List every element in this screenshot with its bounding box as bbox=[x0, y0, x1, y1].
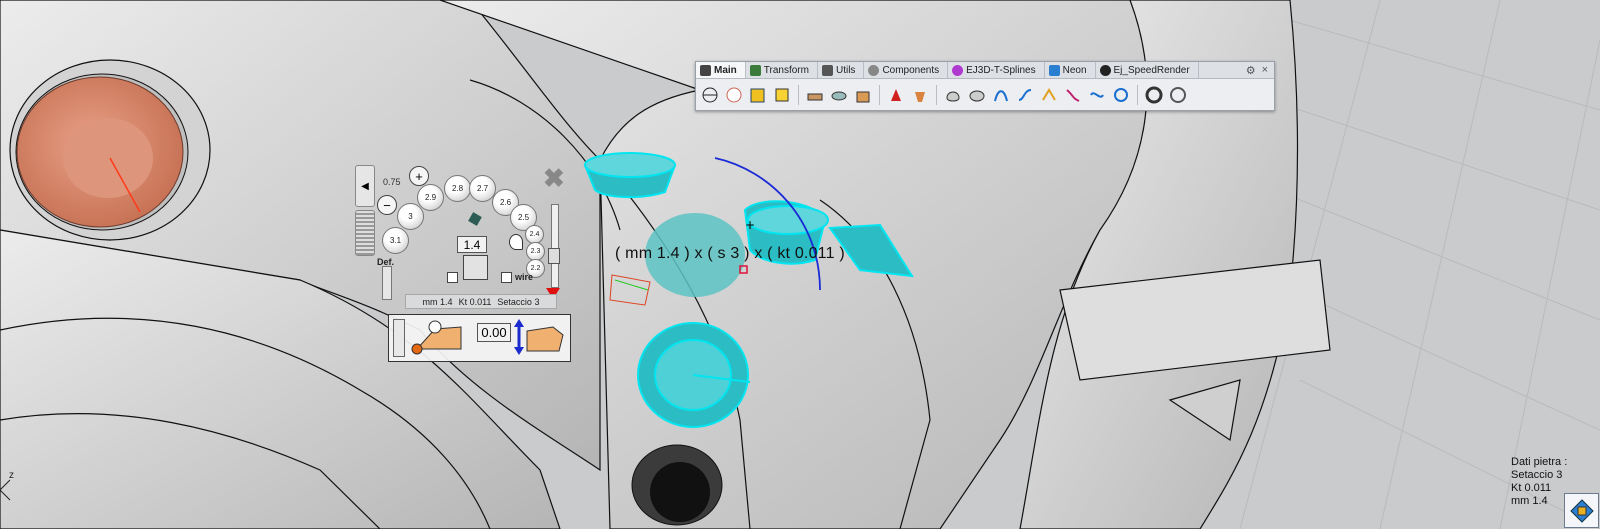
box-icon[interactable] bbox=[748, 85, 768, 105]
size-value[interactable]: 1.4 bbox=[457, 236, 487, 253]
twist-icon[interactable] bbox=[1063, 85, 1083, 105]
tab-transform[interactable]: Transform bbox=[746, 62, 818, 78]
svg-text:+: + bbox=[745, 218, 755, 232]
tab-speedrender[interactable]: Ej_SpeedRender bbox=[1096, 62, 1199, 78]
shank-icon[interactable] bbox=[829, 85, 849, 105]
spiral-icon[interactable] bbox=[1111, 85, 1131, 105]
setting-offset-panel: 0.00 bbox=[388, 314, 571, 362]
offset-slider[interactable] bbox=[393, 319, 405, 357]
ring-icon[interactable] bbox=[1144, 85, 1164, 105]
prong-icon[interactable] bbox=[886, 85, 906, 105]
pipe-icon[interactable] bbox=[1015, 85, 1035, 105]
blob-icon[interactable] bbox=[943, 85, 963, 105]
size-option-2-8[interactable]: 2.8 bbox=[444, 175, 471, 202]
ring-band-icon[interactable] bbox=[1168, 85, 1188, 105]
navigation-icon bbox=[1569, 498, 1594, 523]
dimension-label: ( mm 1.4 ) x ( s 3 ) x ( kt 0.011 ) bbox=[615, 245, 845, 262]
small-checkbox[interactable] bbox=[447, 272, 458, 283]
decrease-size-icon[interactable]: − bbox=[377, 195, 397, 215]
tab-neon[interactable]: Neon bbox=[1045, 62, 1096, 78]
pear-shape-icon[interactable] bbox=[509, 234, 523, 250]
def-slider[interactable] bbox=[382, 266, 392, 300]
wire-checkbox[interactable] bbox=[501, 272, 512, 283]
stone-icon[interactable] bbox=[967, 85, 987, 105]
tab-utils[interactable]: Utils bbox=[818, 62, 865, 78]
offset-value[interactable]: 0.00 bbox=[477, 323, 511, 342]
cube-icon[interactable] bbox=[772, 85, 792, 105]
height-adjust-icon[interactable] bbox=[513, 317, 567, 357]
stone-info-strip: mm 1.4 Kt 0.011 Setaccio 3 bbox=[405, 294, 557, 309]
stone-data-readout: Dati pietra : Setaccio 3 Kt 0.011 mm 1.4 bbox=[1511, 456, 1568, 507]
profile-icon[interactable] bbox=[724, 85, 744, 105]
toolbar-tabs: Main Transform Utils Components EJ3D-T-S… bbox=[696, 62, 1274, 79]
scroll-grip[interactable] bbox=[355, 210, 375, 256]
size-option-3-1[interactable]: 3.1 bbox=[382, 227, 409, 254]
size-slider-thumb[interactable] bbox=[548, 248, 560, 264]
navigation-button[interactable] bbox=[1564, 493, 1599, 528]
bend-icon[interactable] bbox=[1087, 85, 1107, 105]
close-icon[interactable]: × bbox=[1262, 64, 1268, 76]
def-label: Def. bbox=[377, 257, 395, 267]
tab-main[interactable]: Main bbox=[696, 62, 746, 78]
ring-profile-icon[interactable] bbox=[805, 85, 825, 105]
tsplines-icon bbox=[952, 64, 964, 76]
utils-icon bbox=[821, 64, 833, 76]
head-icon[interactable] bbox=[853, 85, 873, 105]
axis-label: z bbox=[9, 470, 14, 481]
components-icon bbox=[868, 64, 880, 76]
setting-icon[interactable] bbox=[910, 85, 930, 105]
measure-icon[interactable] bbox=[700, 85, 720, 105]
ej-main-icon bbox=[700, 64, 711, 76]
transform-icon bbox=[749, 64, 761, 76]
size-option-2-9[interactable]: 2.9 bbox=[417, 184, 444, 211]
bezel-ring bbox=[9, 59, 211, 241]
flow-icon[interactable] bbox=[1039, 85, 1059, 105]
wire-label: wire bbox=[515, 272, 534, 282]
min-size-label: 0.75 bbox=[383, 177, 401, 187]
increase-size-icon[interactable]: + bbox=[409, 166, 429, 186]
prong-setting-icon[interactable] bbox=[411, 319, 463, 355]
gear-icon[interactable]: ⚙ bbox=[1246, 64, 1256, 77]
tab-tsplines[interactable]: EJ3D-T-Splines bbox=[948, 62, 1045, 78]
collapse-panel-button[interactable]: ◀ bbox=[355, 165, 375, 207]
emerald-shape-icon[interactable] bbox=[468, 212, 482, 226]
speedrender-icon bbox=[1099, 64, 1111, 76]
close-panel-icon[interactable]: ✖ bbox=[543, 165, 565, 191]
tab-components[interactable]: Components bbox=[864, 62, 949, 78]
neon-icon bbox=[1048, 64, 1060, 76]
stone-preview bbox=[463, 255, 488, 280]
size-option-3[interactable]: 3 bbox=[397, 203, 424, 230]
setting-hole bbox=[631, 444, 723, 526]
rhino-toolbar: Main Transform Utils Components EJ3D-T-S… bbox=[695, 61, 1275, 111]
size-slider[interactable] bbox=[551, 204, 559, 288]
curve-icon[interactable] bbox=[991, 85, 1011, 105]
toolbar-tools bbox=[696, 79, 1274, 111]
